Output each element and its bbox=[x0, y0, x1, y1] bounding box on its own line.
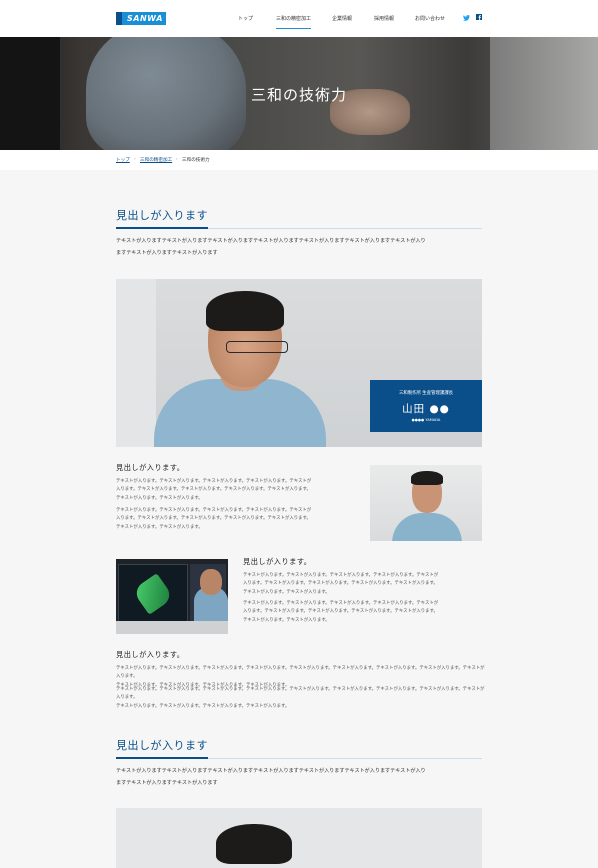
lead-line: テキストが入りますテキストが入りますテキストが入りますテキストが入りますテキスト… bbox=[116, 768, 426, 774]
text-line: テキストが入ります。テキストが入ります。テキストが入ります。テキストが入ります。… bbox=[116, 508, 312, 513]
breadcrumb-current: 三和の技術力 bbox=[182, 158, 210, 163]
name-card-affiliation: 三和製作所 生産管理課課長 bbox=[398, 391, 454, 396]
block-paragraph: テキストが入ります。テキストが入ります。テキストが入ります。テキストが入ります。… bbox=[116, 686, 486, 711]
name-card-name: 山田 ●● bbox=[402, 403, 450, 415]
section-heading: 見出しが入ります bbox=[116, 739, 208, 752]
lead-line: ますテキストが入りますテキストが入ります bbox=[116, 779, 218, 786]
nav-top[interactable]: トップ bbox=[238, 12, 253, 25]
nav-precision-machining[interactable]: 三和の精密加工 bbox=[276, 12, 312, 29]
text-line: テキストが入ります。テキストが入ります。 bbox=[116, 524, 203, 530]
site-header: SANWA トップ 三和の精密加工 企業情報 採用情報 お問い合わせ bbox=[0, 0, 598, 37]
lead-line: テキストが入りますテキストが入りますテキストが入りますテキストが入りますテキスト… bbox=[116, 238, 426, 244]
text-line: テキストが入ります。テキストが入ります。 bbox=[243, 617, 330, 623]
heading-rule bbox=[116, 757, 482, 759]
logo-mark bbox=[116, 12, 122, 25]
nav-contact[interactable]: お問い合わせ bbox=[415, 12, 445, 25]
photo-hair bbox=[206, 291, 284, 331]
text-line: 入ります。テキストが入ります。テキストが入ります。テキストが入ります。テキストが… bbox=[116, 487, 311, 493]
breadcrumb-top[interactable]: トップ bbox=[116, 157, 130, 163]
text-line: テキストが入ります。テキストが入ります。テキストが入ります。テキストが入ります。… bbox=[116, 666, 485, 680]
page-title: 三和の技術力 bbox=[250, 86, 347, 104]
twitter-icon[interactable] bbox=[463, 15, 470, 21]
text-line: テキストが入ります。テキストが入ります。 bbox=[116, 495, 203, 501]
block-subhead: 見出しが入ります。 bbox=[116, 463, 185, 472]
breadcrumb: トップ › 三和の精密加工 › 三和の技術力 bbox=[0, 150, 598, 170]
text-line: 入ります。テキストが入ります。テキストが入ります。テキストが入ります。テキストが… bbox=[116, 516, 311, 522]
text-line: 入ります。テキストが入ります。テキストが入ります。テキストが入ります。テキストが… bbox=[243, 609, 438, 615]
name-card: 三和製作所 生産管理課課長 山田 ●● ●●●● YAMADA bbox=[370, 380, 482, 432]
nav-company[interactable]: 企業情報 bbox=[332, 12, 352, 25]
photo-shirt bbox=[392, 513, 462, 541]
text-line: テキストが入ります。テキストが入ります。テキストが入ります。テキストが入ります。… bbox=[116, 479, 312, 484]
photo-hair bbox=[411, 471, 443, 485]
breadcrumb-separator: › bbox=[134, 157, 136, 162]
hero-banner: 三和の技術力 bbox=[0, 37, 598, 150]
heading-rule-accent bbox=[116, 757, 208, 759]
facebook-icon[interactable] bbox=[476, 14, 482, 20]
interview-photo-small bbox=[370, 465, 482, 541]
section-heading: 見出しが入ります bbox=[116, 209, 208, 222]
block-paragraph: テキストが入ります。テキストが入ります。テキストが入ります。テキストが入ります。… bbox=[116, 478, 360, 503]
block-paragraph: テキストが入ります。テキストが入ります。テキストが入ります。テキストが入ります。… bbox=[243, 600, 483, 625]
heading-rule bbox=[116, 227, 482, 229]
heading-rule-accent bbox=[116, 227, 208, 229]
text-line: テキストが入ります。テキストが入ります。テキストが入ります。テキストが入ります。… bbox=[243, 601, 439, 606]
photo-head bbox=[200, 569, 222, 595]
block-paragraph: テキストが入ります。テキストが入ります。テキストが入ります。テキストが入ります。… bbox=[116, 507, 360, 532]
text-line: テキストが入ります。テキストが入ります。テキストが入ります。テキストが入ります。… bbox=[116, 687, 485, 701]
lead-line: ますテキストが入りますテキストが入ります bbox=[116, 249, 218, 256]
interview-photo-2 bbox=[116, 808, 482, 868]
block-subhead: 見出しが入ります。 bbox=[116, 650, 185, 659]
name-card-romaji: ●●●● YAMADA bbox=[411, 418, 441, 422]
nav-recruit[interactable]: 採用情報 bbox=[374, 12, 394, 25]
section-lead: テキストが入りますテキストが入りますテキストが入りますテキストが入りますテキスト… bbox=[116, 766, 482, 789]
block-paragraph: テキストが入ります。テキストが入ります。テキストが入ります。テキストが入ります。… bbox=[243, 572, 483, 597]
breadcrumb-separator: › bbox=[176, 157, 178, 162]
text-line: テキストが入ります。テキストが入ります。テキストが入ります。テキストが入ります。 bbox=[116, 703, 290, 709]
text-line: テキストが入ります。テキストが入ります。 bbox=[243, 589, 330, 595]
block-subhead: 見出しが入ります。 bbox=[243, 557, 312, 566]
photo-desk bbox=[116, 621, 228, 634]
breadcrumb-precision[interactable]: 三和の精密加工 bbox=[140, 157, 172, 163]
section-lead: テキストが入りますテキストが入りますテキストが入りますテキストが入りますテキスト… bbox=[116, 236, 482, 259]
text-line: 入ります。テキストが入ります。テキストが入ります。テキストが入ります。テキストが… bbox=[243, 581, 438, 587]
sanwa-logo[interactable]: SANWA bbox=[116, 12, 166, 25]
photo-glasses bbox=[226, 341, 288, 353]
cad-work-photo bbox=[116, 559, 228, 634]
logo-text: SANWA bbox=[127, 14, 163, 23]
photo-background bbox=[116, 279, 156, 447]
photo-hair bbox=[216, 824, 292, 864]
text-line: テキストが入ります。テキストが入ります。テキストが入ります。テキストが入ります。… bbox=[243, 573, 439, 578]
